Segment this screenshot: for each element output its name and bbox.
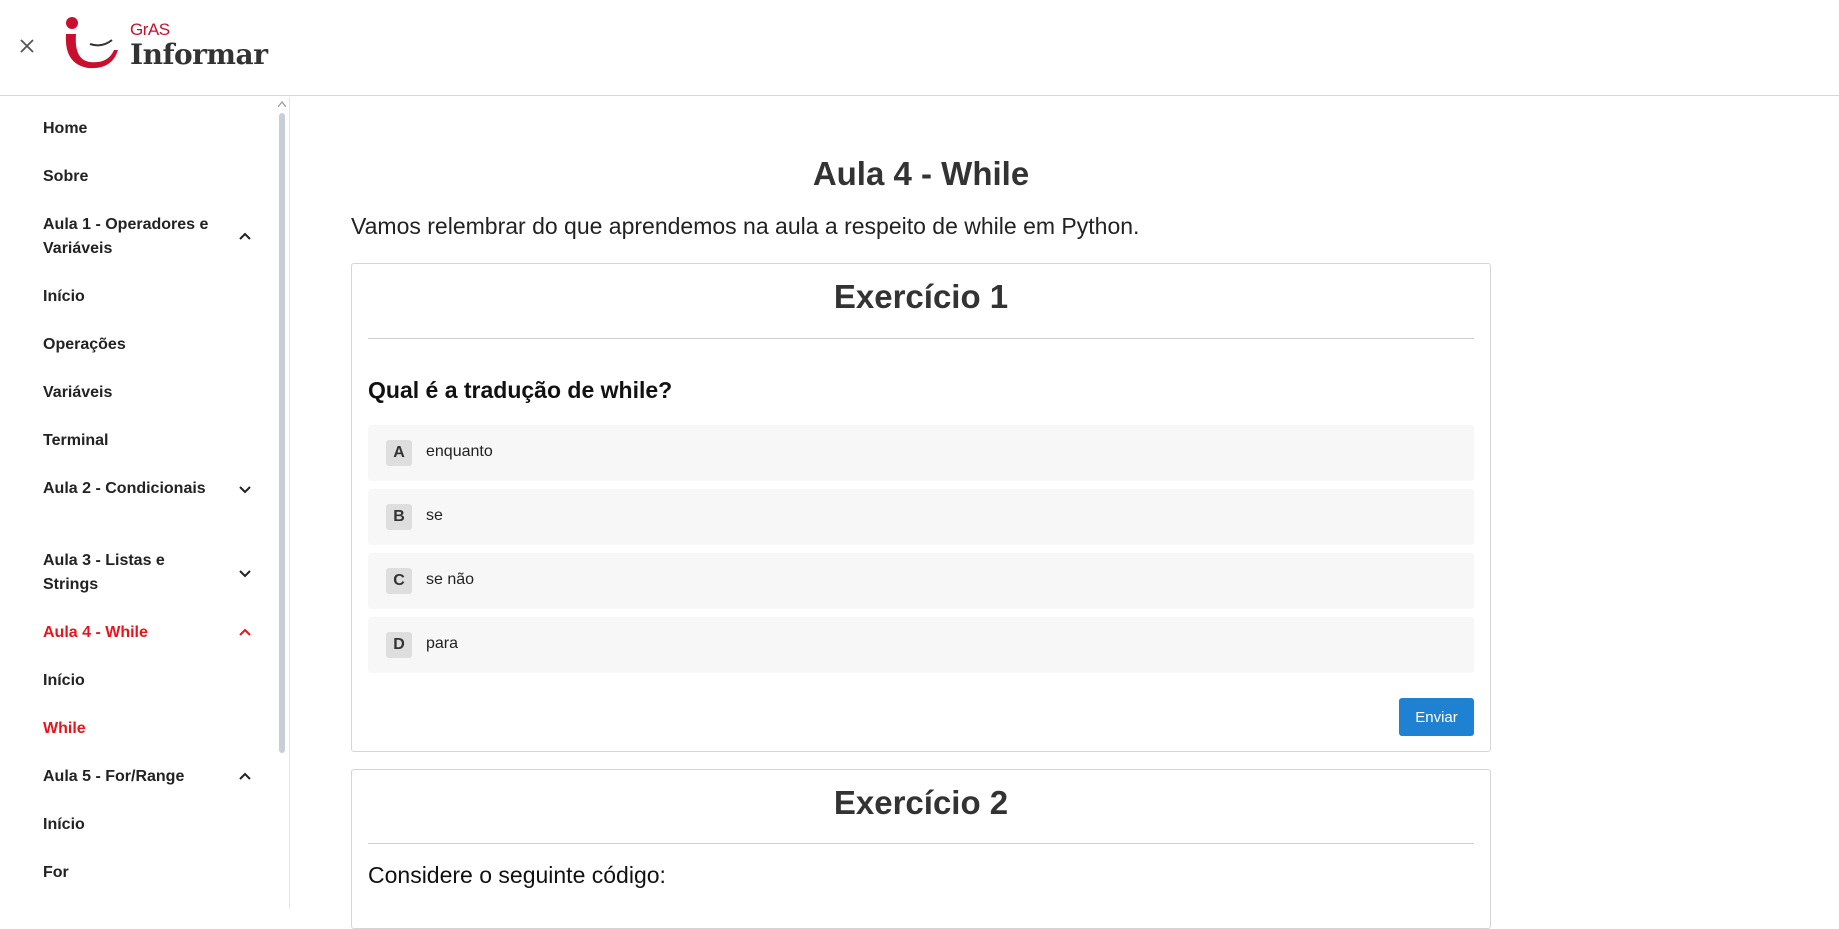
sidebar-item-label: For <box>43 864 69 881</box>
option-text: enquanto <box>426 443 493 460</box>
sidebar-item-label: Home <box>43 120 88 137</box>
sidebar-item-label: Aula 2 - Condicionais <box>43 480 206 497</box>
sidebar-item-label: Aula 3 - Listas e Strings <box>43 552 165 593</box>
chevron-up-icon[interactable] <box>237 769 253 785</box>
sidebar-item-aula-3[interactable]: Aula 3 - Listas e Strings <box>43 549 263 597</box>
option-d[interactable]: D para <box>368 617 1474 673</box>
divider <box>368 843 1474 844</box>
option-letter: B <box>386 504 412 530</box>
sidebar-item-operacoes[interactable]: Operações <box>43 333 263 357</box>
sidebar-item-label: Sobre <box>43 168 89 185</box>
logo-text: Informar <box>130 38 268 71</box>
top-header: GrAS Informar <box>0 0 1839 96</box>
sidebar-item-aula-2[interactable]: Aula 2 - Condicionais <box>43 477 263 501</box>
exercise-title: Exercício 2 <box>833 784 1009 821</box>
exercise-card-1: Exercício 1 Qual é a tradução de while? … <box>351 263 1491 752</box>
sidebar-item-aula-5[interactable]: Aula 5 - For/Range <box>43 765 263 789</box>
sidebar-item-label: While <box>43 720 86 737</box>
option-text: se <box>426 507 443 524</box>
sidebar-item-aula-1[interactable]: Aula 1 - Operadores e Variáveis <box>43 213 263 261</box>
exercise-title: Exercício 1 <box>833 278 1009 315</box>
sidebar-item-aula4-inicio[interactable]: Início <box>43 669 263 693</box>
sidebar-item-label: Início <box>43 672 85 689</box>
sidebar-item-label: Terminal <box>43 432 109 449</box>
sidebar-item-variaveis[interactable]: Variáveis <box>43 381 263 405</box>
option-letter: A <box>386 440 412 466</box>
option-a[interactable]: A enquanto <box>368 425 1474 481</box>
sidebar-item-aula1-inicio[interactable]: Início <box>43 285 263 309</box>
logo-mark-icon <box>65 17 118 69</box>
sidebar-item-terminal[interactable]: Terminal <box>43 429 263 453</box>
sidebar-scrollbar[interactable] <box>276 97 286 909</box>
question-text: Qual é a tradução de while? <box>368 377 673 403</box>
sidebar-item-home[interactable]: Home <box>43 117 263 141</box>
sidebar-item-label: Início <box>43 816 85 833</box>
sidebar-item-for[interactable]: For <box>43 861 263 885</box>
option-letter: D <box>386 632 412 658</box>
sidebar-item-aula5-inicio[interactable]: Início <box>43 813 263 837</box>
sidebar-item-label: Início <box>43 288 85 305</box>
sidebar-item-label: Aula 5 - For/Range <box>43 768 185 785</box>
submit-button[interactable]: Enviar <box>1399 698 1474 736</box>
option-text: para <box>426 635 459 652</box>
logo[interactable]: GrAS Informar <box>62 14 268 74</box>
scrollbar-thumb[interactable] <box>279 113 285 753</box>
sidebar-item-aula-4[interactable]: Aula 4 - While <box>43 621 263 645</box>
option-b[interactable]: B se <box>368 489 1474 545</box>
chevron-down-icon[interactable] <box>237 565 253 581</box>
sidebar-item-while[interactable]: While <box>43 717 263 741</box>
option-letter: C <box>386 568 412 594</box>
sidebar-item-label: Aula 4 - While <box>43 624 148 641</box>
close-icon[interactable] <box>14 33 40 59</box>
divider <box>368 338 1474 339</box>
sidebar-item-sobre[interactable]: Sobre <box>43 165 263 189</box>
page-title: Aula 4 - While <box>812 155 1030 192</box>
sidebar-item-label: Operações <box>43 336 126 353</box>
option-text: se não <box>426 571 475 588</box>
intro-text: Vamos relembrar do que aprendemos na aul… <box>351 213 1140 239</box>
sidebar-item-label: Aula 1 - Operadores e Variáveis <box>43 216 209 257</box>
exercise-text: Considere o seguinte código: <box>368 862 666 888</box>
scroll-up-arrow-icon[interactable] <box>278 101 286 107</box>
sidebar: Home Sobre Aula 1 - Operadores e Variáve… <box>0 97 290 909</box>
exercise-card-2: Exercício 2 Considere o seguinte código: <box>351 769 1491 929</box>
sidebar-item-label: Variáveis <box>43 384 113 401</box>
chevron-up-icon[interactable] <box>237 625 253 641</box>
option-c[interactable]: C se não <box>368 553 1474 609</box>
main-content: Aula 4 - While Vamos relembrar do que ap… <box>291 97 1839 929</box>
chevron-up-icon[interactable] <box>237 229 253 245</box>
chevron-down-icon[interactable] <box>237 481 253 497</box>
logo-small-text: GrAS <box>130 20 170 39</box>
